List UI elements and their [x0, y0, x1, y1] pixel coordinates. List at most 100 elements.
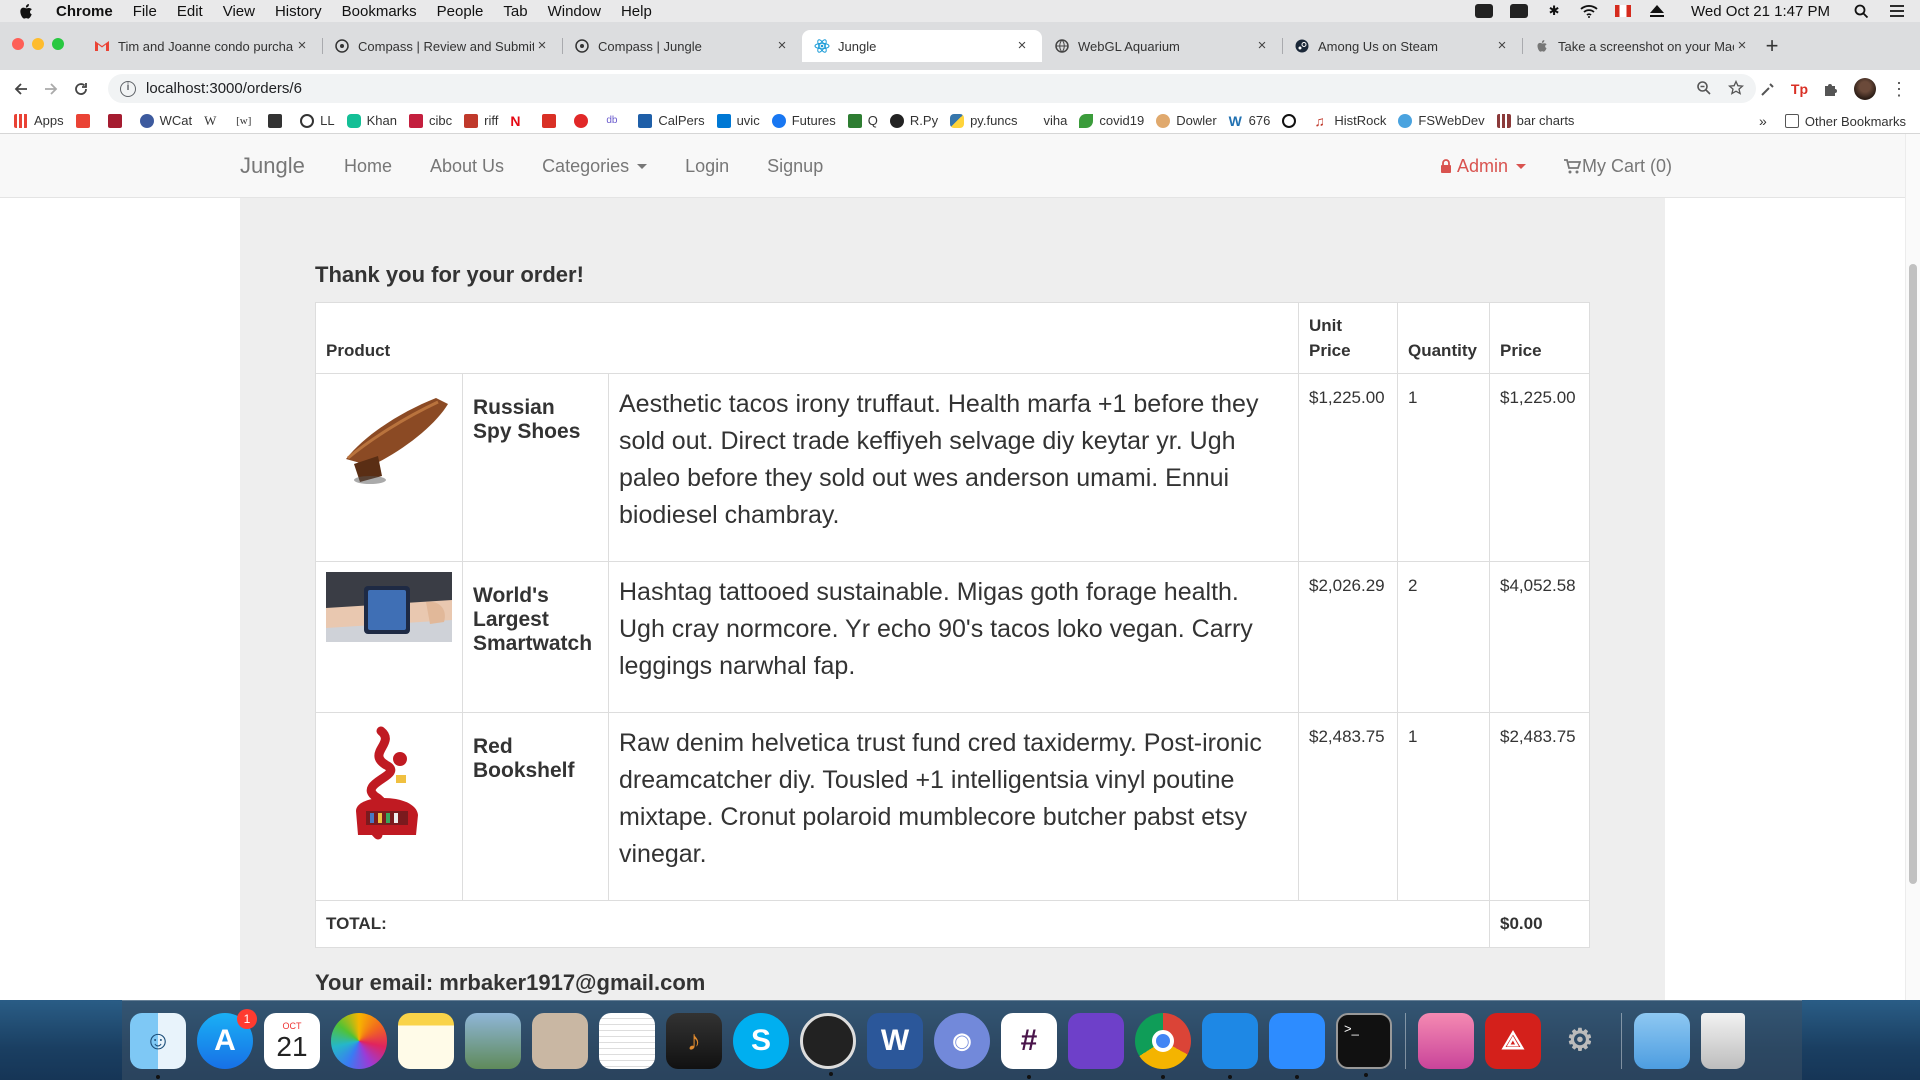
bookmark-dowler[interactable]: Dowler: [1156, 113, 1217, 128]
menu-tab[interactable]: Tab: [503, 3, 527, 20]
bookmark-calendar[interactable]: [542, 113, 562, 128]
bluetooth-status-icon[interactable]: ✱: [1545, 4, 1563, 18]
slack-icon[interactable]: #: [1001, 1012, 1057, 1079]
bookmark-star-icon[interactable]: [1728, 80, 1744, 96]
bookmark-reference[interactable]: [268, 113, 288, 128]
menu-bookmarks[interactable]: Bookmarks: [342, 3, 417, 20]
nav-about-link[interactable]: About Us: [430, 156, 504, 177]
bookmark-gmail[interactable]: [75, 113, 96, 128]
bookmark-q[interactable]: Q: [847, 113, 878, 128]
address-bar[interactable]: i localhost:3000/orders/6: [108, 74, 1756, 103]
close-tab-icon[interactable]: ×: [294, 38, 310, 54]
screen-sharing-icon[interactable]: [1418, 1012, 1474, 1069]
menu-history[interactable]: History: [275, 3, 322, 20]
zoom-icon[interactable]: [1269, 1012, 1325, 1079]
bookmark-khan[interactable]: Khan: [346, 113, 397, 128]
bookmark-wiktionary[interactable]: [w]: [236, 114, 256, 128]
menu-chrome[interactable]: Chrome: [56, 3, 113, 20]
garageband-icon[interactable]: ♪: [666, 1012, 722, 1069]
bookmark-cibc[interactable]: cibc: [408, 113, 452, 128]
bookmark-covid19[interactable]: covid19: [1079, 113, 1144, 128]
close-tab-icon[interactable]: ×: [1254, 38, 1270, 54]
my-cart-link[interactable]: My Cart (0): [1564, 156, 1672, 177]
menu-view[interactable]: View: [223, 3, 255, 20]
bookmark-netflix[interactable]: N: [510, 114, 530, 128]
chrome-menu-icon[interactable]: ⋮: [1890, 80, 1908, 98]
bookmark-ll[interactable]: LL: [300, 113, 335, 128]
bookmark-apps[interactable]: Apps: [14, 113, 64, 128]
app-store-icon[interactable]: A1: [197, 1008, 257, 1069]
calculator-icon[interactable]: [532, 1012, 588, 1069]
notes-icon[interactable]: [398, 1012, 454, 1069]
site-info-icon[interactable]: i: [120, 80, 136, 97]
trash-icon[interactable]: [1701, 1012, 1745, 1069]
address-url[interactable]: localhost:3000/orders/6: [146, 80, 302, 97]
tp-extension-icon[interactable]: Tp: [1791, 81, 1808, 97]
close-tab-icon[interactable]: ×: [534, 38, 550, 54]
nav-home-link[interactable]: Home: [344, 156, 392, 177]
menu-window[interactable]: Window: [548, 3, 601, 20]
bookmark-harvard[interactable]: [107, 113, 128, 128]
page-scrollbar[interactable]: [1905, 134, 1920, 1000]
github-desktop-icon[interactable]: [1068, 1012, 1124, 1069]
nav-login-link[interactable]: Login: [685, 156, 729, 177]
bookmark-wcat[interactable]: WCat: [139, 113, 192, 128]
tab-compass-jungle[interactable]: Compass | Jungle ×: [562, 30, 802, 62]
word-icon[interactable]: W: [867, 1012, 923, 1069]
new-tab-button[interactable]: +: [1761, 35, 1783, 57]
eject-status-icon[interactable]: [1648, 4, 1666, 18]
menu-help[interactable]: Help: [621, 3, 652, 20]
apple-menu-icon[interactable]: [18, 3, 34, 20]
nav-categories-dropdown[interactable]: Categories: [542, 156, 648, 177]
bookmark-scribd[interactable]: [574, 113, 594, 128]
close-tab-icon[interactable]: ×: [1014, 38, 1030, 54]
bookmark-db[interactable]: db: [606, 114, 626, 128]
terminal-icon[interactable]: >_: [1336, 1012, 1392, 1077]
reload-button[interactable]: [66, 74, 96, 104]
bookmark-wikipedia[interactable]: W: [204, 113, 224, 128]
chrome-icon[interactable]: [1135, 1012, 1191, 1079]
acrobat-icon[interactable]: ⟁: [1485, 1012, 1541, 1069]
close-tab-icon[interactable]: ×: [774, 38, 790, 54]
close-window-button[interactable]: [12, 38, 24, 50]
scrollbar-thumb[interactable]: [1909, 264, 1917, 884]
back-button[interactable]: [6, 74, 36, 104]
tab-take-screenshot[interactable]: Take a screenshot on your Mac ×: [1522, 30, 1762, 62]
obs-icon[interactable]: [800, 1012, 856, 1076]
vscode-icon[interactable]: [1202, 1012, 1258, 1079]
tab-webgl-aquarium[interactable]: WebGL Aquarium ×: [1042, 30, 1282, 62]
menu-edit[interactable]: Edit: [177, 3, 203, 20]
eyedropper-extension-icon[interactable]: [1759, 80, 1777, 98]
bookmark-uvic[interactable]: uvic: [716, 113, 760, 128]
zoom-window-button[interactable]: [52, 38, 64, 50]
forward-button[interactable]: [36, 74, 66, 104]
calendar-icon[interactable]: OCT 21: [264, 1012, 320, 1069]
bookmark-676[interactable]: W 676: [1229, 113, 1271, 128]
skype-icon[interactable]: S: [733, 1012, 789, 1069]
bookmark-viha[interactable]: viha: [1044, 113, 1068, 128]
tab-among-us-steam[interactable]: Among Us on Steam ×: [1282, 30, 1522, 62]
menu-file[interactable]: File: [133, 3, 157, 20]
canada-flag-input-icon[interactable]: [1615, 5, 1632, 17]
bookmark-bar-charts[interactable]: bar charts: [1496, 113, 1574, 128]
menu-people[interactable]: People: [437, 3, 484, 20]
finder-icon[interactable]: ☺: [130, 1012, 186, 1079]
preview-icon[interactable]: [465, 1012, 521, 1069]
applications-folder-icon[interactable]: [1634, 1012, 1690, 1069]
minimize-window-button[interactable]: [32, 38, 44, 50]
bookmark-calpers[interactable]: CalPers: [638, 113, 705, 128]
notification-center-icon[interactable]: [1888, 4, 1906, 18]
profile-avatar[interactable]: [1854, 78, 1876, 100]
extensions-puzzle-icon[interactable]: [1822, 80, 1840, 98]
zoom-icon[interactable]: [1696, 80, 1712, 96]
wifi-status-icon[interactable]: [1580, 4, 1598, 18]
bookmark-histrock[interactable]: ♫ HistRock: [1314, 113, 1386, 128]
site-brand-link[interactable]: Jungle: [240, 153, 305, 179]
zoom-status-icon[interactable]: [1475, 4, 1494, 18]
automator-icon[interactable]: ⚙: [1552, 1013, 1608, 1069]
tab-compass-review[interactable]: Compass | Review and Submit ×: [322, 30, 562, 62]
photos-icon[interactable]: [331, 1012, 387, 1069]
bookmark-rpy[interactable]: R.Py: [889, 113, 938, 128]
messages-status-icon[interactable]: [1510, 4, 1529, 18]
discord-icon[interactable]: ◉: [934, 1012, 990, 1069]
